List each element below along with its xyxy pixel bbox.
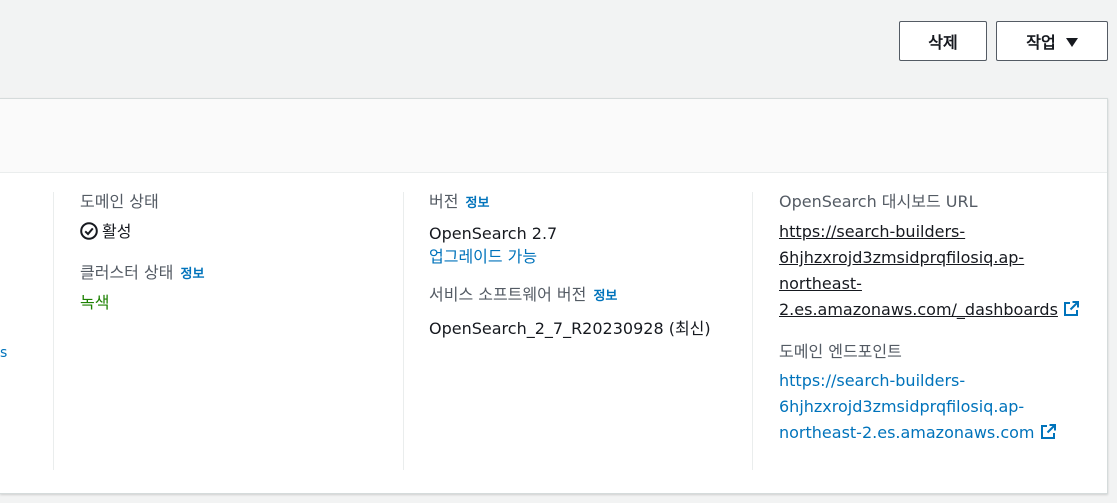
domain-status-label: 도메인 상태 (80, 192, 159, 211)
dashboards-url-line: 2.es.amazonaws.com/_dashboards (779, 300, 1058, 319)
external-link-icon (1040, 424, 1056, 439)
external-link-icon (1063, 301, 1079, 316)
service-software-value: OpenSearch_2_7_R20230928 (최신) (429, 319, 711, 338)
dashboards-url-label: OpenSearch 대시보드 URL (779, 192, 978, 211)
service-software-label: 서비스 소프트웨어 버전 (429, 285, 587, 304)
column-divider (403, 192, 404, 470)
dashboards-url-line: northeast- (779, 274, 862, 293)
domain-endpoint-line: https://search-builders- (779, 371, 966, 390)
panel-header (0, 99, 1107, 173)
actions-dropdown-button[interactable]: 작업 (996, 21, 1108, 61)
cluster-status-label: 클러스터 상태 (80, 263, 174, 282)
version-column: 버전 정보 OpenSearch 2.7 업그레이드 가능 서비스 소프트웨어 … (429, 192, 711, 341)
cluster-status-label-row: 클러스터 상태 정보 (80, 263, 204, 285)
domain-endpoint-line: 6hjhzxrojd3zmsidprqfilosiq.ap- (779, 397, 1025, 416)
header-actions: 삭제 작업 (899, 21, 1108, 61)
domain-status-text: 활성 (102, 222, 132, 241)
actions-button-label: 작업 (1026, 33, 1056, 52)
status-column: 도메인 상태 활성 클러스터 상태 정보 녹색 (80, 192, 204, 315)
delete-button[interactable]: 삭제 (899, 21, 987, 61)
domain-endpoint-link[interactable]: https://search-builders- 6hjhzxrojd3zmsi… (779, 368, 1080, 446)
version-value: OpenSearch 2.7 (429, 224, 558, 243)
dashboards-url-line: https://search-builders- (779, 222, 966, 241)
cluster-status-info-link[interactable]: 정보 (181, 267, 205, 282)
domain-endpoint-label: 도메인 엔드포인트 (779, 342, 902, 361)
version-label-row: 버전 정보 (429, 192, 711, 214)
caret-down-icon (1065, 37, 1078, 47)
left-edge-text-fragment: s (0, 345, 8, 361)
domain-status-value: 활성 (80, 220, 204, 244)
service-software-label-row: 서비스 소프트웨어 버전 정보 (429, 285, 711, 307)
cluster-status-value: 녹색 (80, 293, 110, 312)
column-divider (53, 192, 54, 470)
dashboards-url-link[interactable]: https://search-builders- 6hjhzxrojd3zmsi… (779, 219, 1080, 323)
column-divider (752, 192, 753, 470)
check-circle-icon (80, 222, 98, 240)
service-software-info-link[interactable]: 정보 (593, 289, 617, 304)
domain-endpoint-last-line: northeast-2.es.amazonaws.com (779, 420, 1080, 446)
version-label: 버전 (429, 192, 459, 211)
delete-button-label: 삭제 (928, 33, 958, 52)
general-info-panel: s 도메인 상태 활성 클러스터 상태 정보 녹색 버전 정보 OpenSear… (0, 98, 1108, 494)
dashboards-url-last-line: 2.es.amazonaws.com/_dashboards (779, 297, 1080, 323)
version-info-link[interactable]: 정보 (466, 196, 490, 211)
upgrade-available-link[interactable]: 업그레이드 가능 (429, 246, 711, 268)
domain-endpoint-line: northeast-2.es.amazonaws.com (779, 423, 1035, 442)
dashboards-url-line: 6hjhzxrojd3zmsidprqfilosiq.ap- (779, 248, 1025, 267)
endpoints-column: OpenSearch 대시보드 URL https://search-build… (779, 192, 1080, 446)
